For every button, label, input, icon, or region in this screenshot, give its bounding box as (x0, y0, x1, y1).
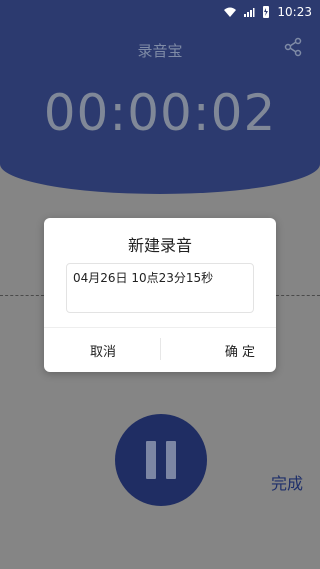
status-bar: 10:23 (0, 0, 320, 24)
dialog-divider (44, 327, 276, 328)
app-title: 录音宝 (137, 42, 183, 60)
wifi-icon (223, 6, 237, 18)
recording-timer: 00:00:02 (43, 84, 277, 142)
pause-button[interactable] (115, 414, 207, 506)
waveform-line-left (0, 295, 44, 296)
status-time: 10:23 (277, 5, 312, 19)
battery-icon (261, 5, 271, 19)
header: 录音宝 00:00:02 (0, 24, 320, 194)
share-icon[interactable] (282, 36, 304, 58)
confirm-button[interactable]: 确 定 (204, 341, 276, 360)
done-button[interactable]: 完成 (271, 470, 303, 494)
cancel-button[interactable]: 取消 (90, 341, 116, 360)
waveform-line-right (276, 295, 320, 296)
recording-name-input[interactable]: 04月26日 10点23分15秒 (66, 263, 254, 313)
pause-icon (146, 441, 176, 479)
new-recording-dialog: 新建录音 04月26日 10点23分15秒 取消 确 定 (44, 218, 276, 372)
button-separator (160, 338, 161, 360)
dialog-title: 新建录音 (127, 236, 192, 255)
signal-icon (243, 6, 255, 18)
